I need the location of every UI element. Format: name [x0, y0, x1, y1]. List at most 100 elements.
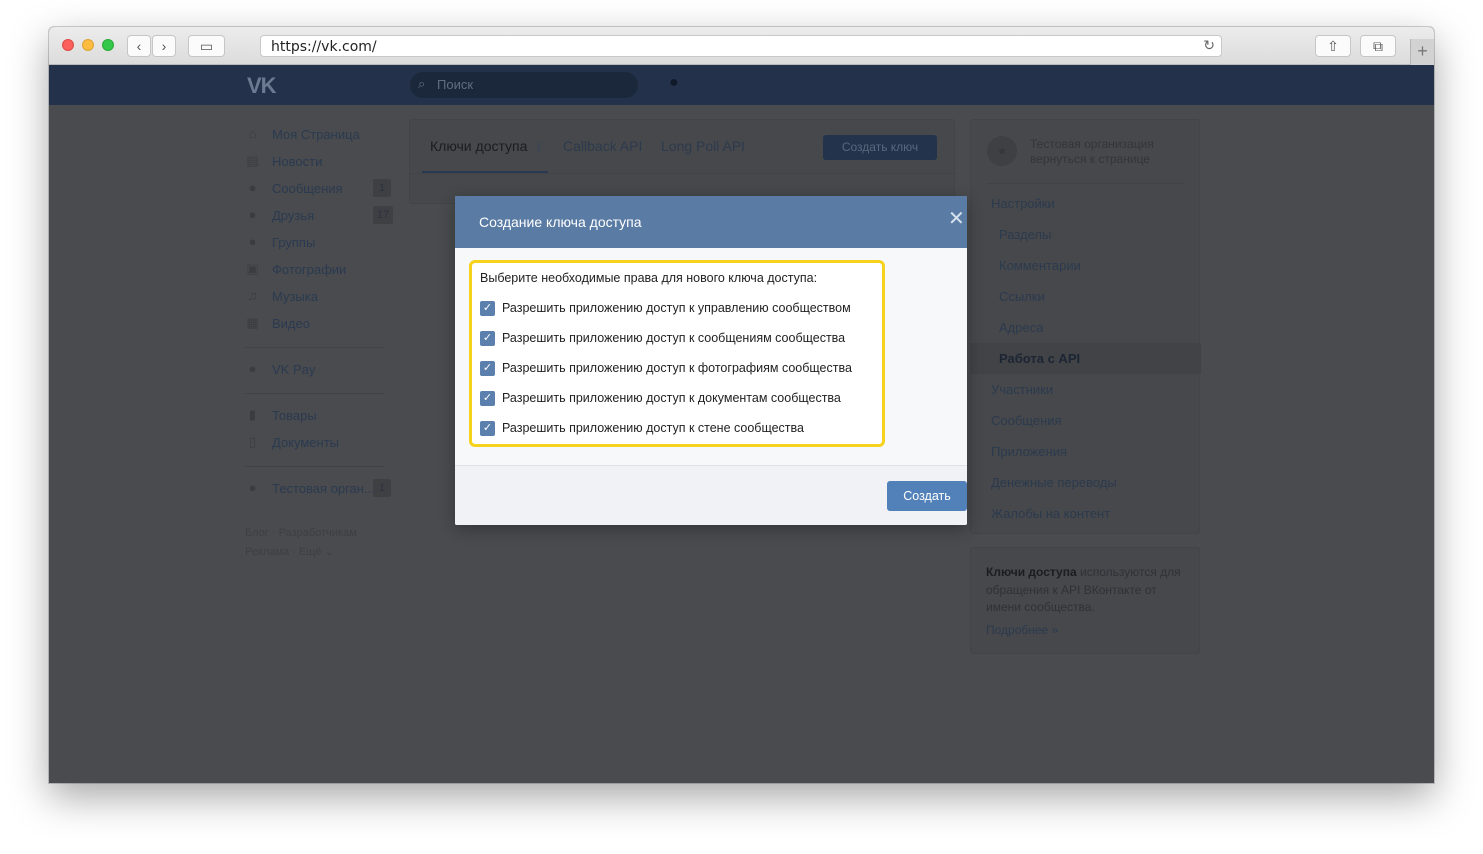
menu-item-apps[interactable]: Приложения — [991, 444, 1067, 459]
vk-header: VK ⌕ Поиск ● — [49, 65, 1434, 105]
permission-label: Разрешить приложению доступ к стене сооб… — [502, 421, 804, 435]
tabs-overview-icon[interactable]: ⧉ — [1360, 35, 1396, 57]
sidebar-item-vkpay[interactable]: ● VK Pay — [245, 357, 395, 384]
sidebar-item-groups[interactable]: ● Группы — [245, 230, 395, 257]
tab-count: 1 — [535, 140, 542, 154]
sidebar-footer-links: Блог · Разработчикам Реклама · Ещё ⌄ — [245, 524, 395, 562]
permissions-prompt: Выберите необходимые права для нового кл… — [480, 271, 818, 285]
tab-label: Ключи доступа — [430, 138, 528, 154]
vkpay-icon: ● — [248, 361, 257, 376]
menu-item-content-reports[interactable]: Жалобы на контент — [991, 506, 1110, 521]
sidebar-item-label: Музыка — [272, 289, 318, 304]
return-to-page-link[interactable]: вернуться к странице — [1030, 152, 1150, 166]
checkbox-checked-icon[interactable]: ✓ — [480, 421, 495, 436]
vk-logo[interactable]: VK — [247, 73, 277, 99]
sidebar-toggle-icon[interactable]: ▭ — [188, 35, 225, 57]
more-link[interactable]: Ещё ⌄ — [299, 546, 334, 558]
reload-icon[interactable]: ↻ — [1203, 37, 1215, 54]
sidebar-item-friends[interactable]: ● Друзья 17 — [245, 203, 395, 230]
sidebar-item-label: Друзья — [272, 208, 315, 223]
sidebar-item-messages[interactable]: ● Сообщения 1 — [245, 176, 395, 203]
search-placeholder: Поиск — [437, 77, 474, 92]
tabs-divider — [410, 173, 956, 174]
create-access-key-dialog: Создание ключа доступа ✕ Выберите необхо… — [455, 196, 967, 525]
sidebar-item-label: Тестовая орган... — [272, 481, 375, 496]
tab-callback-api[interactable]: Callback API — [563, 138, 642, 154]
blog-link[interactable]: Блог — [245, 527, 269, 539]
sidebar-item-video[interactable]: ▦ Видео — [245, 311, 395, 338]
menu-divider — [987, 183, 1185, 184]
sidebar-item-label: Товары — [272, 408, 317, 423]
address-url: https://vk.com/ — [271, 39, 377, 55]
new-tab-icon[interactable]: + — [1410, 39, 1434, 65]
community-avatar-icon[interactable]: ● — [987, 136, 1017, 166]
address-bar[interactable]: https://vk.com/ ↻ — [260, 35, 1222, 57]
community-count-badge: 1 — [373, 479, 391, 497]
sidebar-item-goods[interactable]: ▮ Товары — [245, 403, 395, 430]
menu-item-addresses[interactable]: Адреса — [999, 320, 1043, 335]
create-key-button[interactable]: Создать ключ — [823, 135, 937, 160]
notifications-bell-icon[interactable]: ● — [669, 74, 679, 92]
sidebar-item-my-page[interactable]: ⌂ Моя Страница — [245, 122, 395, 149]
close-window-button[interactable] — [62, 39, 74, 51]
permission-label: Разрешить приложению доступ к сообщениям… — [502, 331, 846, 345]
api-tabs-card: Ключи доступа 1 Callback API Long Poll A… — [409, 119, 956, 204]
friends-count-badge: 17 — [373, 206, 394, 224]
back-icon[interactable]: ‹ — [127, 35, 151, 57]
developers-link[interactable]: Разработчикам — [279, 527, 357, 539]
info-bold: Ключи доступа — [986, 565, 1077, 579]
info-text: Ключи доступа используются для обращения… — [986, 564, 1191, 617]
sidebar-divider — [245, 393, 385, 394]
sidebar-item-label: Видео — [272, 316, 310, 331]
sidebar-item-news[interactable]: ▤ Новости — [245, 149, 395, 176]
video-icon: ▦ — [246, 315, 259, 330]
ads-link[interactable]: Реклама — [245, 546, 289, 558]
more-info-link[interactable]: Подробнее » — [986, 623, 1058, 637]
unread-count-badge: 1 — [373, 179, 391, 197]
permission-label: Разрешить приложению доступ к фотография… — [502, 361, 852, 375]
checkbox-checked-icon[interactable]: ✓ — [480, 391, 495, 406]
photos-icon: ▣ — [246, 261, 259, 276]
forward-icon[interactable]: › — [152, 35, 176, 57]
sidebar-item-documents[interactable]: ▯ Документы — [245, 430, 395, 457]
share-icon[interactable]: ⇧ — [1315, 35, 1351, 57]
checkbox-checked-icon[interactable]: ✓ — [480, 361, 495, 376]
sidebar-item-label: Моя Страница — [272, 127, 360, 142]
permission-label: Разрешить приложению доступ к управлению… — [502, 301, 851, 315]
groups-icon: ● — [248, 234, 257, 249]
menu-item-settings[interactable]: Настройки — [991, 196, 1055, 211]
browser-toolbar: ‹ › ▭ https://vk.com/ ↻ ⇧ ⧉ + — [49, 27, 1434, 65]
menu-item-links[interactable]: Ссылки — [999, 289, 1045, 304]
search-input[interactable]: ⌕ Поиск — [410, 72, 638, 98]
menu-item-members[interactable]: Участники — [991, 382, 1053, 397]
access-keys-info-card: Ключи доступа используются для обращения… — [970, 547, 1200, 654]
dialog-title: Создание ключа доступа — [479, 214, 642, 230]
home-icon: ⌂ — [248, 126, 257, 141]
menu-item-api[interactable]: Работа с API — [999, 351, 1080, 366]
sidebar-item-community[interactable]: ● Тестовая орган... 1 — [245, 476, 395, 503]
sidebar-item-label: VK Pay — [272, 362, 316, 377]
tab-long-poll-api[interactable]: Long Poll API — [661, 138, 745, 154]
community-name[interactable]: Тестовая организация — [1030, 137, 1154, 151]
documents-icon: ▯ — [248, 434, 257, 449]
sidebar-item-music[interactable]: ♫ Музыка — [245, 284, 395, 311]
tab-access-keys[interactable]: Ключи доступа 1 — [430, 138, 542, 154]
menu-item-comments[interactable]: Комментарии — [999, 258, 1081, 273]
close-icon[interactable]: ✕ — [948, 209, 965, 229]
create-button[interactable]: Создать — [887, 481, 967, 511]
menu-item-sections[interactable]: Разделы — [999, 227, 1051, 242]
sidebar-item-photos[interactable]: ▣ Фотографии — [245, 257, 395, 284]
sidebar-item-label: Фотографии — [272, 262, 347, 277]
checkbox-checked-icon[interactable]: ✓ — [480, 301, 495, 316]
sidebar-item-label: Сообщения — [272, 181, 343, 196]
menu-item-money-transfers[interactable]: Денежные переводы — [991, 475, 1117, 490]
checkbox-checked-icon[interactable]: ✓ — [480, 331, 495, 346]
menu-item-messages[interactable]: Сообщения — [991, 413, 1062, 428]
zoom-window-button[interactable] — [102, 39, 114, 51]
sidebar-divider — [245, 347, 385, 348]
footer-dot: · — [271, 527, 279, 539]
sidebar-item-label: Новости — [272, 154, 323, 169]
footer-dot: · — [292, 546, 299, 558]
minimize-window-button[interactable] — [82, 39, 94, 51]
permissions-highlight-box: Выберите необходимые права для нового кл… — [469, 260, 885, 447]
